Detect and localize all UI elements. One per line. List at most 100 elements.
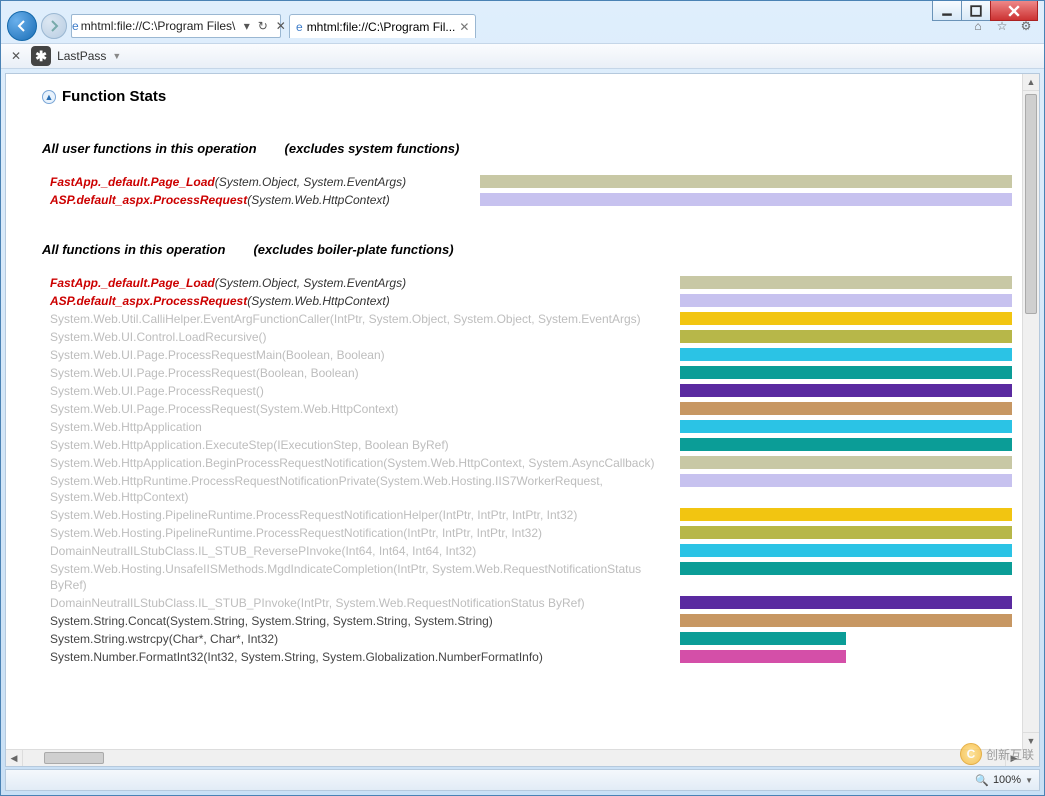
function-row: System.Web.UI.Page.ProcessRequest()	[50, 383, 1012, 399]
bar-cell	[680, 561, 1012, 575]
function-row: System.Web.Hosting.PipelineRuntime.Proce…	[50, 525, 1012, 541]
function-label: System.Web.Hosting.PipelineRuntime.Proce…	[50, 507, 680, 523]
function-label: FastApp._default.Page_Load(System.Object…	[50, 174, 480, 190]
bar-cell	[680, 507, 1012, 521]
watermark-text: 创新互联	[986, 746, 1034, 763]
lastpass-label[interactable]: LastPass	[57, 49, 106, 63]
ie-window: e ▾ ↻ ✕ e mhtml:file://C:\Program Fil...…	[0, 0, 1045, 796]
function-label: System.Web.HttpRuntime.ProcessRequestNot…	[50, 473, 680, 505]
function-label: System.String.wstrcpy(Char*, Char*, Int3…	[50, 631, 680, 647]
scroll-thumb[interactable]	[44, 752, 104, 764]
zoom-icon[interactable]: 🔍	[975, 774, 989, 787]
browser-tab[interactable]: e mhtml:file://C:\Program Fil... ✕	[289, 14, 476, 38]
vertical-scrollbar[interactable]: ▲ ▼	[1022, 74, 1039, 749]
function-row: DomainNeutralILStubClass.IL_STUB_Reverse…	[50, 543, 1012, 559]
titlebar	[1, 1, 1044, 9]
timing-bar	[680, 456, 1012, 469]
function-row: System.Web.UI.Page.ProcessRequest(Boolea…	[50, 365, 1012, 381]
scroll-left-icon[interactable]: ◀	[6, 750, 23, 766]
chevron-down-icon[interactable]: ▼	[112, 51, 121, 61]
bar-cell	[680, 293, 1012, 307]
timing-bar	[680, 312, 1012, 325]
timing-bar	[680, 632, 846, 645]
function-row: System.Web.Hosting.UnsafeIISMethods.MgdI…	[50, 561, 1012, 593]
function-label: System.Web.UI.Page.ProcessRequest(Boolea…	[50, 365, 680, 381]
function-row: System.Number.FormatInt32(Int32, System.…	[50, 649, 1012, 665]
bar-cell	[680, 455, 1012, 469]
close-button[interactable]	[990, 1, 1038, 21]
function-row: System.Web.Hosting.PipelineRuntime.Proce…	[50, 507, 1012, 523]
timing-bar	[680, 366, 1012, 379]
page-body: ▲ Function Stats All user functions in t…	[6, 74, 1022, 749]
timing-bar	[680, 614, 1012, 627]
function-row: System.Web.UI.Page.ProcessRequestMain(Bo…	[50, 347, 1012, 363]
function-row: ASP.default_aspx.ProcessRequest(System.W…	[50, 293, 1012, 309]
timing-bar	[680, 384, 1012, 397]
minimize-button[interactable]	[932, 1, 962, 21]
watermark-icon: C	[960, 743, 982, 765]
bar-cell	[680, 383, 1012, 397]
watermark: C 创新互联	[960, 743, 1034, 765]
tab-strip: e mhtml:file://C:\Program Fil... ✕	[289, 14, 476, 38]
timing-bar	[480, 175, 1012, 188]
dropdown-icon[interactable]: ▾	[242, 17, 252, 35]
horizontal-scrollbar[interactable]: ◀ ▶	[6, 749, 1022, 766]
toolbar-close-icon[interactable]: ✕	[7, 49, 25, 63]
scroll-up-icon[interactable]: ▲	[1023, 74, 1039, 91]
stop-icon[interactable]: ✕	[274, 17, 288, 35]
function-label: ASP.default_aspx.ProcessRequest(System.W…	[50, 192, 480, 208]
function-label: System.Web.HttpApplication.BeginProcessR…	[50, 455, 680, 471]
bar-cell	[680, 543, 1012, 557]
bar-cell	[680, 347, 1012, 361]
timing-bar	[680, 562, 1012, 575]
zoom-chevron-icon[interactable]: ▼	[1025, 776, 1033, 785]
function-label: System.String.Concat(System.String, Syst…	[50, 613, 680, 629]
back-button[interactable]	[7, 11, 37, 41]
bar-cell	[680, 329, 1012, 343]
timing-bar	[680, 526, 1012, 539]
timing-bar	[480, 193, 1012, 206]
section2-title: All functions in this operation(excludes…	[42, 242, 1012, 257]
bar-cell	[480, 174, 1012, 188]
scroll-thumb[interactable]	[1025, 94, 1037, 314]
function-row: ASP.default_aspx.ProcessRequest(System.W…	[50, 192, 1012, 208]
timing-bar	[680, 294, 1012, 307]
function-row: FastApp._default.Page_Load(System.Object…	[50, 275, 1012, 291]
function-row: System.String.Concat(System.String, Syst…	[50, 613, 1012, 629]
tab-title: mhtml:file://C:\Program Fil...	[307, 20, 456, 34]
status-bar: 🔍 100% ▼	[5, 769, 1040, 791]
bar-cell	[680, 275, 1012, 289]
bar-cell	[680, 311, 1012, 325]
timing-bar	[680, 508, 1012, 521]
function-label: DomainNeutralILStubClass.IL_STUB_PInvoke…	[50, 595, 680, 611]
section1-rows: FastApp._default.Page_Load(System.Object…	[50, 174, 1012, 208]
timing-bar	[680, 330, 1012, 343]
window-controls	[933, 1, 1038, 21]
timing-bar	[680, 402, 1012, 415]
section-header: ▲ Function Stats	[42, 88, 1012, 105]
refresh-icon[interactable]: ↻	[256, 17, 270, 35]
nav-row: e ▾ ↻ ✕ e mhtml:file://C:\Program Fil...…	[1, 9, 1044, 43]
function-row: System.Web.Util.CalliHelper.EventArgFunc…	[50, 311, 1012, 327]
bar-cell	[680, 525, 1012, 539]
function-row: System.Web.UI.Control.LoadRecursive()	[50, 329, 1012, 345]
bar-cell	[680, 419, 1012, 433]
collapse-icon[interactable]: ▲	[42, 90, 56, 104]
function-label: System.Web.Hosting.UnsafeIISMethods.MgdI…	[50, 561, 680, 593]
tab-close-icon[interactable]: ✕	[459, 20, 469, 34]
forward-button[interactable]	[41, 13, 67, 39]
bar-cell	[680, 365, 1012, 379]
maximize-button[interactable]	[961, 1, 991, 21]
function-label: System.Web.UI.Page.ProcessRequest()	[50, 383, 680, 399]
timing-bar	[680, 420, 1012, 433]
function-row: System.Web.HttpApplication.BeginProcessR…	[50, 455, 1012, 471]
function-row: System.String.wstrcpy(Char*, Char*, Int3…	[50, 631, 1012, 647]
function-row: System.Web.HttpApplication.ExecuteStep(I…	[50, 437, 1012, 453]
function-label: ASP.default_aspx.ProcessRequest(System.W…	[50, 293, 680, 309]
address-input[interactable]	[79, 19, 238, 33]
function-row: System.Web.UI.Page.ProcessRequest(System…	[50, 401, 1012, 417]
timing-bar	[680, 276, 1012, 289]
timing-bar	[680, 348, 1012, 361]
address-buttons: ▾ ↻ ✕	[238, 17, 292, 35]
content-frame: ▲ Function Stats All user functions in t…	[5, 73, 1040, 767]
